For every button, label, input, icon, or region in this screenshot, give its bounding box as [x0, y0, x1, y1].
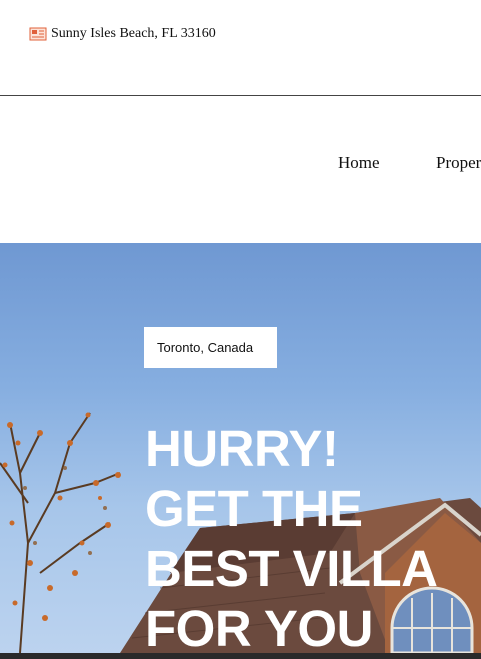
address-text: Sunny Isles Beach, FL 33160 — [51, 26, 216, 41]
top-bar: Sunny Isles Beach, FL 33160 — [0, 0, 481, 96]
nav-item-home[interactable]: Home — [338, 153, 380, 173]
location-tag: Toronto, Canada — [144, 327, 277, 368]
hero-banner: Toronto, Canada HURRY! GET THE BEST VILL… — [0, 243, 481, 653]
headline-line: BEST VILLA — [145, 540, 438, 597]
address: Sunny Isles Beach, FL 33160 — [29, 26, 216, 42]
map-card-icon — [29, 27, 47, 41]
nav-item-properties[interactable]: Proper — [436, 153, 481, 173]
main-nav: Home Proper — [0, 96, 481, 243]
bottom-strip — [0, 653, 481, 659]
headline-line: GET THE — [145, 480, 363, 537]
headline-line: HURRY! — [145, 420, 339, 477]
hero-headline: HURRY! GET THE BEST VILLA FOR YOU — [145, 419, 438, 653]
headline-line: FOR YOU — [145, 600, 373, 653]
